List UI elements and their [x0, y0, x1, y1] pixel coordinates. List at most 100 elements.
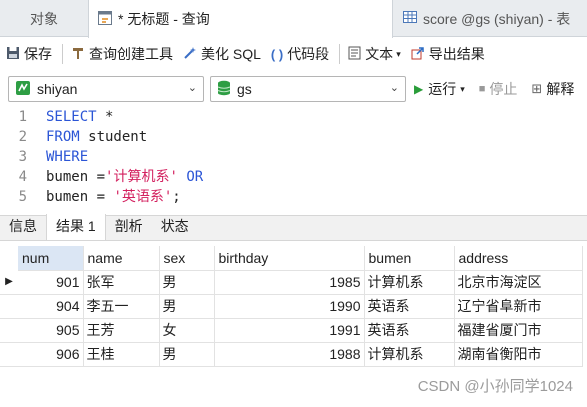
table-row[interactable]: 904 李五一男 1990 英语系 辽宁省阜新市: [0, 294, 583, 319]
result-tabs: 信息 结果 1 剖析 状态: [0, 214, 587, 241]
tab-query-label: * 无标题 - 查询: [118, 11, 210, 27]
cell-name[interactable]: 张军: [83, 270, 160, 295]
line-number: 1: [18, 109, 27, 125]
tab-score[interactable]: score @gs (shiyan) - 表: [394, 0, 587, 37]
play-icon: ▶: [414, 82, 424, 96]
cell-bumen[interactable]: 英语系: [364, 318, 455, 343]
editor-line[interactable]: 5 bumen = '英语系';: [0, 187, 587, 207]
toolbar-divider: [339, 44, 341, 64]
row-header[interactable]: [0, 318, 18, 343]
dropdown-arrow-icon: ▾: [396, 48, 401, 59]
cell-num[interactable]: 901: [18, 270, 84, 295]
connection-toolbar: shiyan ⌄ gs ⌄ ▶ 运行 ▾ ■ 停止 ⊞ 解释: [0, 71, 587, 107]
line-number: 2: [18, 129, 27, 145]
connection-select[interactable]: shiyan ⌄: [8, 76, 204, 102]
toolbar-divider: [62, 44, 63, 64]
dropdown-arrow-icon: ▾: [460, 83, 465, 94]
beautify-sql-button[interactable]: 美化 SQL: [183, 44, 261, 64]
column-header-sex[interactable]: sex: [159, 246, 215, 271]
database-icon: [217, 80, 231, 99]
tab-bar: 对象 * 无标题 - 查询 score @gs (shiyan) - 表: [0, 0, 587, 38]
stop-button[interactable]: ■ 停止: [479, 79, 518, 99]
table-icon: [402, 9, 418, 28]
sql-string: '英语系': [113, 189, 173, 205]
cell-birthday[interactable]: 1991: [214, 318, 365, 343]
mysql-connection-icon: [15, 80, 31, 99]
schema-select[interactable]: gs ⌄: [210, 76, 406, 102]
sql-text: bumen =: [46, 169, 106, 185]
tab-info[interactable]: 信息: [0, 214, 46, 240]
sql-keyword: OR: [186, 169, 204, 185]
sql-text: ;: [172, 189, 181, 205]
row-header[interactable]: [0, 294, 18, 319]
column-header-address[interactable]: address: [454, 246, 583, 271]
cell-num[interactable]: 905: [18, 318, 84, 343]
tab-objects[interactable]: 对象: [0, 0, 88, 37]
row-header[interactable]: [0, 342, 18, 367]
schema-value: gs: [237, 81, 252, 97]
tab-query[interactable]: * 无标题 - 查询: [88, 0, 393, 38]
table-row[interactable]: 905 王芳女 1991 英语系 福建省厦门市: [0, 318, 583, 343]
text-mode-button[interactable]: 文本 ▾: [348, 44, 401, 64]
query-builder-button[interactable]: 查询创建工具: [71, 44, 173, 64]
tab-score-label: score @gs (shiyan) - 表: [423, 10, 571, 27]
column-header-name[interactable]: name: [83, 246, 160, 271]
cell-name[interactable]: 李五一: [83, 294, 160, 319]
cell-birthday[interactable]: 1985: [214, 270, 365, 295]
cell-sex[interactable]: 女: [159, 318, 215, 343]
sql-keyword: WHERE: [46, 149, 89, 165]
run-button[interactable]: ▶ 运行 ▾: [414, 79, 465, 99]
parentheses-icon: ( ): [270, 46, 284, 62]
cell-sex[interactable]: 男: [159, 342, 215, 367]
tab-status[interactable]: 状态: [152, 214, 198, 240]
tab-profile[interactable]: 剖析: [106, 214, 152, 240]
sql-editor[interactable]: 1 SELECT * 2 FROM student 3 WHERE 4 bumen = '计算机…: [0, 107, 587, 210]
editor-line[interactable]: 2 FROM student: [0, 127, 587, 147]
sql-string: '计算机系': [105, 169, 178, 185]
save-button[interactable]: 保存: [6, 44, 52, 64]
cell-bumen[interactable]: 计算机系: [364, 342, 455, 367]
magic-wand-icon: [183, 46, 197, 63]
cell-name[interactable]: 王桂: [83, 342, 160, 367]
editor-line[interactable]: 4 bumen = '计算机系' OR: [0, 167, 587, 187]
result-grid: num name sex birthday bumen address ▶ 901…: [0, 246, 587, 367]
code-snippet-button[interactable]: ( ) 代码段: [271, 44, 329, 64]
export-icon: [411, 46, 425, 63]
cell-address[interactable]: 辽宁省阜新市: [454, 294, 583, 319]
hammer-icon: [71, 46, 85, 63]
sql-text: student: [79, 129, 148, 145]
row-pointer-icon[interactable]: ▶: [0, 270, 18, 295]
cell-address[interactable]: 湖南省衡阳市: [454, 342, 583, 367]
corner-cell: [0, 246, 18, 270]
tab-result-1[interactable]: 结果 1: [46, 214, 106, 240]
cell-num[interactable]: 904: [18, 294, 84, 319]
cell-bumen[interactable]: 英语系: [364, 294, 455, 319]
explain-button[interactable]: ⊞ 解释: [531, 79, 574, 99]
editor-toolbar: 保存 查询创建工具 美化 SQL ( ) 代码段 文本 ▾ 导出结果: [0, 37, 587, 71]
cell-num[interactable]: 906: [18, 342, 84, 367]
explain-icon: ⊞: [531, 81, 543, 96]
cell-sex[interactable]: 男: [159, 294, 215, 319]
chevron-down-icon: ⌄: [389, 82, 399, 94]
table-row[interactable]: 906 王桂男 1988 计算机系 湖南省衡阳市: [0, 342, 583, 367]
column-header-birthday[interactable]: birthday: [214, 246, 365, 271]
cell-address[interactable]: 福建省厦门市: [454, 318, 583, 343]
cell-bumen[interactable]: 计算机系: [364, 270, 455, 295]
export-results-button[interactable]: 导出结果: [411, 44, 485, 64]
cell-name[interactable]: 王芳: [83, 318, 160, 343]
editor-line[interactable]: 1 SELECT *: [0, 107, 587, 127]
cell-birthday[interactable]: 1988: [214, 342, 365, 367]
cell-address[interactable]: 北京市海淀区: [454, 270, 583, 295]
cell-birthday[interactable]: 1990: [214, 294, 365, 319]
editor-line[interactable]: 3 WHERE: [0, 147, 587, 167]
table-row[interactable]: ▶ 901 张军男 1985 计算机系 北京市海淀区: [0, 270, 583, 295]
column-header-bumen[interactable]: bumen: [364, 246, 455, 271]
line-number: 5: [18, 189, 27, 205]
line-number: 3: [18, 149, 27, 165]
cell-sex[interactable]: 男: [159, 270, 215, 295]
column-header-num[interactable]: num: [18, 246, 84, 271]
query-tab-icon: [97, 10, 113, 29]
line-number: 4: [18, 169, 27, 185]
editor-lines: 1 SELECT * 2 FROM student 3 WHERE 4 bumen = '计算机…: [0, 107, 587, 207]
